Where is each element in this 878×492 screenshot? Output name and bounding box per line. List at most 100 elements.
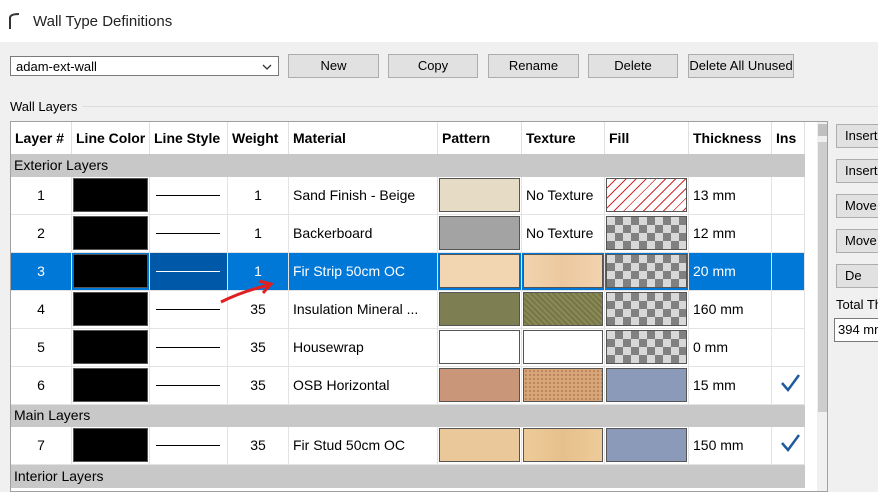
layer-number-cell[interactable]: 5: [11, 329, 72, 366]
pattern-cell[interactable]: [438, 329, 522, 366]
thickness-cell[interactable]: 20 mm: [689, 253, 772, 290]
weight-cell[interactable]: 35: [228, 427, 289, 464]
copy-button[interactable]: Copy: [388, 54, 478, 78]
col-layer-header[interactable]: Layer #: [11, 122, 72, 154]
ins-cell[interactable]: [772, 367, 805, 404]
delete-all-unused-button[interactable]: Delete All Unused: [688, 54, 794, 78]
texture-cell[interactable]: No Texture: [522, 177, 605, 214]
thickness-cell[interactable]: 0 mm: [689, 329, 772, 366]
col-pattern-header[interactable]: Pattern: [438, 122, 522, 154]
layer-number-cell[interactable]: 1: [11, 177, 72, 214]
thickness-cell[interactable]: 150 mm: [689, 427, 772, 464]
ins-cell[interactable]: [772, 427, 805, 464]
texture-cell[interactable]: [522, 329, 605, 366]
line-style-cell[interactable]: [150, 427, 228, 464]
line-style-cell[interactable]: [150, 329, 228, 366]
section-main-layers: Main Layers: [11, 404, 805, 427]
layer-number-cell[interactable]: 6: [11, 367, 72, 404]
col-fill-header[interactable]: Fill: [605, 122, 689, 154]
col-material-header[interactable]: Material: [289, 122, 438, 154]
table-row[interactable]: 3 1 Fir Strip 50cm OC 20 mm: [11, 253, 805, 291]
col-line-style-header[interactable]: Line Style: [150, 122, 228, 154]
weight-cell[interactable]: 1: [228, 215, 289, 252]
material-cell[interactable]: Sand Finish - Beige: [289, 177, 438, 214]
table-row[interactable]: 6 35 OSB Horizontal 15 mm: [11, 367, 805, 405]
material-cell[interactable]: Insulation Mineral ...: [289, 291, 438, 328]
col-texture-header[interactable]: Texture: [522, 122, 605, 154]
table-row[interactable]: 1 1 Sand Finish - Beige No Texture 13 mm: [11, 177, 805, 215]
ins-cell[interactable]: [772, 253, 805, 290]
layer-number-cell[interactable]: 3: [11, 253, 72, 290]
weight-cell[interactable]: 35: [228, 329, 289, 366]
pattern-cell[interactable]: [438, 177, 522, 214]
line-color-cell[interactable]: [72, 329, 150, 366]
ins-cell[interactable]: [772, 329, 805, 366]
weight-cell[interactable]: 35: [228, 367, 289, 404]
texture-cell[interactable]: No Texture: [522, 215, 605, 252]
delete-layer-button[interactable]: De: [836, 264, 878, 288]
move-down-button[interactable]: Move: [836, 229, 878, 253]
pattern-cell[interactable]: [438, 367, 522, 404]
table-row[interactable]: 7 35 Fir Stud 50cm OC 150 mm: [11, 427, 805, 465]
line-color-cell[interactable]: [72, 253, 150, 290]
insert-below-button[interactable]: Insert: [836, 159, 878, 183]
col-weight-header[interactable]: Weight: [228, 122, 289, 154]
ins-cell[interactable]: [772, 177, 805, 214]
ins-cell[interactable]: [772, 215, 805, 252]
insert-above-button[interactable]: Insert: [836, 124, 878, 148]
line-style-cell[interactable]: [150, 177, 228, 214]
thickness-cell[interactable]: 15 mm: [689, 367, 772, 404]
fill-cell[interactable]: [605, 177, 689, 214]
vertical-scrollbar[interactable]: [817, 122, 827, 491]
layer-number-cell[interactable]: 2: [11, 215, 72, 252]
col-ins-header[interactable]: Ins: [772, 122, 805, 154]
texture-cell[interactable]: [522, 291, 605, 328]
table-row[interactable]: 4 35 Insulation Mineral ... 160 mm: [11, 291, 805, 329]
fill-cell[interactable]: [605, 427, 689, 464]
material-cell[interactable]: Fir Stud 50cm OC: [289, 427, 438, 464]
texture-cell[interactable]: [522, 253, 605, 290]
col-thickness-header[interactable]: Thickness: [689, 122, 772, 154]
rename-button[interactable]: Rename: [488, 54, 579, 78]
move-up-button[interactable]: Move: [836, 194, 878, 218]
layer-number-cell[interactable]: 7: [11, 427, 72, 464]
line-color-cell[interactable]: [72, 215, 150, 252]
col-line-color-header[interactable]: Line Color: [72, 122, 150, 154]
thickness-cell[interactable]: 12 mm: [689, 215, 772, 252]
scroll-thumb[interactable]: [818, 142, 827, 412]
delete-button[interactable]: Delete: [588, 54, 678, 78]
ins-cell[interactable]: [772, 291, 805, 328]
material-cell[interactable]: Fir Strip 50cm OC: [289, 253, 438, 290]
pattern-cell[interactable]: [438, 291, 522, 328]
pattern-cell[interactable]: [438, 215, 522, 252]
total-thickness-label: Total Th: [836, 297, 878, 312]
line-style-cell[interactable]: [150, 367, 228, 404]
line-color-cell[interactable]: [72, 177, 150, 214]
line-color-cell[interactable]: [72, 427, 150, 464]
line-style-cell[interactable]: [150, 215, 228, 252]
texture-cell[interactable]: [522, 427, 605, 464]
pattern-cell[interactable]: [438, 253, 522, 290]
fill-cell[interactable]: [605, 329, 689, 366]
fill-cell[interactable]: [605, 291, 689, 328]
line-color-cell[interactable]: [72, 367, 150, 404]
weight-cell[interactable]: 1: [228, 177, 289, 214]
table-row[interactable]: 5 35 Housewrap 0 mm: [11, 329, 805, 367]
material-cell[interactable]: OSB Horizontal: [289, 367, 438, 404]
total-thickness-field[interactable]: 394 mm: [834, 318, 878, 342]
fill-cell[interactable]: [605, 367, 689, 404]
table-row[interactable]: 2 1 Backerboard No Texture 12 mm: [11, 215, 805, 253]
new-button[interactable]: New: [288, 54, 379, 78]
line-color-cell[interactable]: [72, 291, 150, 328]
fill-cell[interactable]: [605, 253, 689, 290]
wall-type-select[interactable]: adam-ext-wall: [10, 56, 279, 76]
pattern-cell[interactable]: [438, 427, 522, 464]
fill-cell[interactable]: [605, 215, 689, 252]
layer-number-cell[interactable]: 4: [11, 291, 72, 328]
thickness-cell[interactable]: 13 mm: [689, 177, 772, 214]
material-cell[interactable]: Housewrap: [289, 329, 438, 366]
texture-cell[interactable]: [522, 367, 605, 404]
material-cell[interactable]: Backerboard: [289, 215, 438, 252]
thickness-cell[interactable]: 160 mm: [689, 291, 772, 328]
scroll-up-arrow[interactable]: [818, 124, 827, 136]
